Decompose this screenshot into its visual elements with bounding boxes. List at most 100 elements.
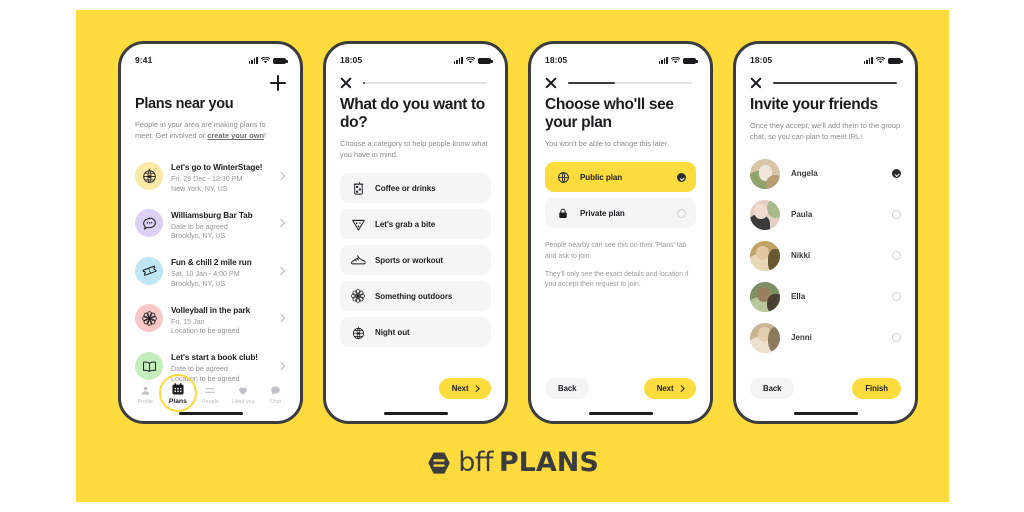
- progress-bar: [773, 82, 897, 84]
- plan-date: Fri, 15 Jan: [171, 317, 205, 326]
- disco-ball-icon: [350, 324, 366, 340]
- footer-buttons: Back Next: [545, 378, 696, 399]
- avatar: [750, 199, 780, 230]
- home-indicator: [178, 412, 243, 415]
- finish-button[interactable]: Finish: [852, 378, 901, 399]
- chevron-right-icon[interactable]: [276, 171, 286, 181]
- visibility-option-public[interactable]: Public plan: [545, 162, 696, 193]
- friend-list-item[interactable]: Angela: [750, 153, 901, 194]
- plan-location: Location to be agreed: [171, 327, 240, 336]
- plan-list-item[interactable]: Volleyball in the park Fri, 15 Jan Locat…: [135, 295, 286, 343]
- sidebar-item-people[interactable]: People: [195, 383, 225, 405]
- lock-icon: [555, 205, 571, 221]
- category-option-sports-or-workout[interactable]: Sports or workout: [340, 245, 491, 276]
- radio-circle-icon[interactable]: [892, 333, 901, 343]
- status-time: 18:05: [750, 55, 773, 65]
- page-subtitle: You won't be able to change this later.: [545, 139, 669, 149]
- footer-buttons: Back Finish: [750, 378, 901, 399]
- tab-label: Profile: [137, 399, 153, 405]
- page-title: Invite your friends: [750, 96, 878, 113]
- category-option-something-outdoors[interactable]: Something outdoors: [340, 281, 491, 312]
- tab-label: Plans: [168, 398, 187, 405]
- yellow-stage: 9:41 Plans near you People in your area …: [76, 10, 949, 502]
- logo-word-bff: bff: [458, 447, 493, 478]
- progress-bar: [568, 82, 692, 84]
- check-circle-icon[interactable]: [677, 172, 686, 182]
- iced-coffee-icon: [350, 180, 366, 196]
- sidebar-item-chat[interactable]: Chat: [261, 383, 291, 405]
- close-icon[interactable]: [750, 77, 762, 89]
- friend-list-item[interactable]: Jenni: [750, 317, 901, 358]
- visibility-options: Public plan Private plan: [545, 162, 696, 229]
- category-label: Let's grab a bite: [375, 219, 436, 229]
- heart-icon: [237, 383, 249, 397]
- next-button[interactable]: Next: [438, 378, 491, 399]
- flower-icon: [135, 304, 163, 333]
- plan-list-item[interactable]: Williamsburg Bar Tab Date to be agreed B…: [135, 200, 286, 248]
- chevron-right-icon[interactable]: [276, 314, 286, 323]
- category-option-lets-grab-a-bite[interactable]: Let's grab a bite: [340, 209, 491, 240]
- category-option-night-out[interactable]: Night out: [340, 317, 491, 348]
- radio-circle-icon[interactable]: [892, 210, 901, 220]
- progress-bar: [363, 82, 487, 84]
- wifi-icon: [466, 57, 475, 64]
- plan-list-item[interactable]: Fun & chill 2 mile run Sat, 10 Jan - 4:0…: [135, 247, 286, 295]
- sidebar-item-liked-you[interactable]: Liked you: [228, 383, 258, 405]
- signal-bars-icon: [863, 56, 873, 64]
- category-option-coffee-or-drinks[interactable]: Coffee or drinks: [340, 173, 491, 204]
- friend-list-item[interactable]: Ella: [750, 276, 901, 317]
- tab-label: People: [202, 399, 219, 405]
- chevron-right-icon: [677, 385, 684, 392]
- chevron-right-icon[interactable]: [276, 219, 286, 228]
- pizza-slice-icon: [350, 216, 366, 232]
- chevron-right-icon[interactable]: [276, 361, 286, 371]
- ticket-icon: [135, 256, 163, 285]
- friend-name: Paula: [791, 210, 813, 220]
- radio-circle-icon[interactable]: [892, 292, 901, 302]
- status-time: 18:05: [340, 55, 363, 65]
- status-time: 18:05: [545, 55, 568, 65]
- home-indicator: [383, 412, 448, 415]
- phone-plans-near-you: 9:41 Plans near you People in your area …: [118, 41, 303, 424]
- plan-date: Fri, 29 Dec - 12:30 PM: [171, 175, 243, 184]
- avatar: [750, 281, 780, 312]
- tab-label: Liked you: [231, 399, 255, 405]
- back-button[interactable]: Back: [545, 378, 590, 399]
- subtitle-text-b: !: [264, 131, 267, 141]
- battery-icon: [478, 57, 493, 64]
- category-label: Sports or workout: [375, 255, 444, 265]
- radio-circle-icon[interactable]: [892, 251, 901, 261]
- disco-ball-icon: [135, 161, 163, 190]
- add-plan-button[interactable]: [270, 75, 286, 91]
- next-button-label: Next: [656, 384, 674, 393]
- category-list: Coffee or drinks Let's grab a bite Sport…: [340, 173, 491, 348]
- chevron-right-icon[interactable]: [276, 266, 286, 276]
- visibility-option-private[interactable]: Private plan: [545, 198, 696, 229]
- friend-name: Nikki: [791, 251, 811, 261]
- visibility-note-2: They'll only see the exact details and l…: [545, 270, 689, 289]
- sidebar-item-profile[interactable]: Profile: [130, 383, 160, 405]
- page-subtitle: Choose a category to help people know wh…: [340, 139, 488, 160]
- plan-list-item[interactable]: Let's go to WinterStage! Fri, 29 Dec - 1…: [135, 152, 286, 200]
- globe-icon: [555, 169, 571, 185]
- plan-title: Fun & chill 2 mile run: [171, 258, 252, 268]
- battery-icon: [683, 57, 698, 64]
- check-circle-icon[interactable]: [892, 169, 901, 179]
- next-button[interactable]: Next: [643, 378, 696, 399]
- close-icon[interactable]: [545, 77, 557, 89]
- create-your-own-link[interactable]: create your own: [207, 131, 264, 140]
- radio-circle-icon[interactable]: [677, 208, 686, 218]
- phone-choose-visibility: 18:05 Choose who'll see your plan You wo…: [528, 41, 713, 424]
- friend-list-item[interactable]: Nikki: [750, 235, 901, 276]
- page-title: Plans near you: [135, 96, 234, 112]
- battery-icon: [273, 57, 288, 64]
- tab-label: Chat: [269, 399, 282, 405]
- back-button[interactable]: Back: [750, 378, 795, 399]
- sidebar-item-plans[interactable]: Plans: [163, 382, 193, 405]
- page-title: What do you want to do?: [340, 96, 485, 132]
- friend-list-item[interactable]: Paula: [750, 194, 901, 235]
- close-icon[interactable]: [340, 77, 352, 89]
- wifi-icon: [261, 57, 270, 64]
- category-label: Coffee or drinks: [375, 183, 436, 193]
- bottom-tab-bar: Profile Plans People Liked you Chat: [121, 382, 300, 405]
